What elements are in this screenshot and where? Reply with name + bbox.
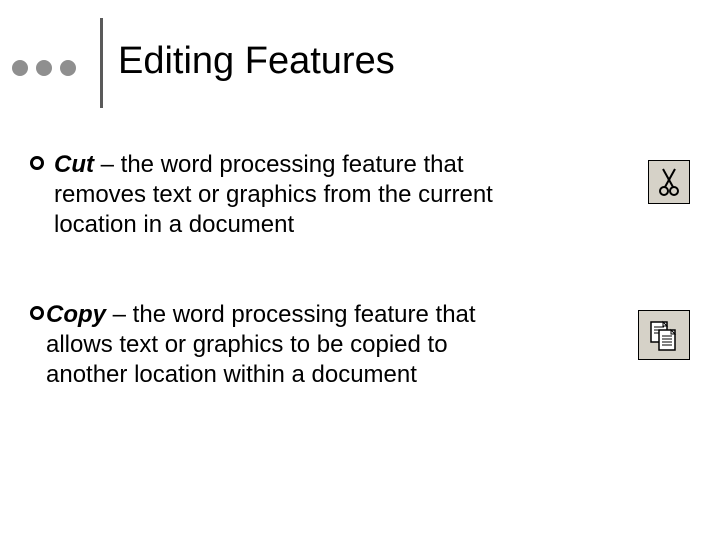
decorative-dots <box>12 60 76 76</box>
slide-title: Editing Features <box>118 40 395 83</box>
dot-icon <box>36 60 52 76</box>
bullet-copy: Copy – the word processing feature that … <box>30 300 530 390</box>
bullet-cut: Cut – the word processing feature that r… <box>30 150 530 240</box>
slide: Editing Features Cut – the word processi… <box>0 0 720 540</box>
term-copy: Copy <box>46 301 106 328</box>
dot-icon <box>12 60 28 76</box>
copy-icon <box>647 318 681 352</box>
definition-copy: – the word processing feature that allow… <box>46 301 476 388</box>
definition-cut: – the word processing feature that remov… <box>54 151 493 238</box>
title-divider <box>100 18 103 108</box>
slide-body: Cut – the word processing feature that r… <box>30 150 530 450</box>
bullet-text: Copy – the word processing feature that … <box>46 300 530 390</box>
bullet-icon <box>30 156 44 170</box>
bullet-text: Cut – the word processing feature that r… <box>54 150 530 240</box>
copy-toolbar-button[interactable] <box>638 310 690 360</box>
cut-toolbar-button[interactable] <box>648 160 690 204</box>
bullet-icon <box>30 306 44 320</box>
term-cut: Cut <box>54 151 94 178</box>
dot-icon <box>60 60 76 76</box>
scissors-icon <box>656 167 682 197</box>
